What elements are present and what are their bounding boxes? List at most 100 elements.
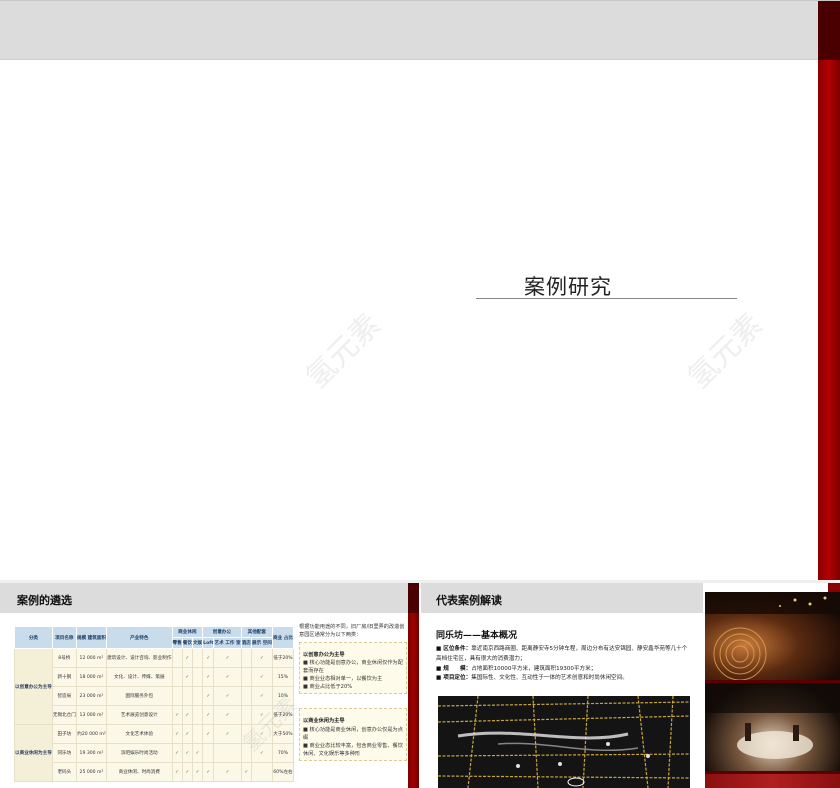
col-loft: Loft [202, 637, 215, 649]
table-row: 同乐坊 19 300 m² 滨吧娱乐时尚活动 ✓ ✓ ✓ ✓ 70% [15, 743, 295, 763]
col-ratio: 商业 占比 [271, 626, 295, 649]
watermark: 氢元素 [299, 307, 388, 396]
cell-feature: 文化、设计、传媒、策展 [106, 667, 173, 687]
cell-art: ✓ [213, 686, 242, 706]
table-row: 以商业休闲为主导 田子坊 约20 000 m² 文化艺术体验 ✓ ✓ ✓ ✓ ✓ 大于50% [14, 724, 295, 782]
cell-food: ✓ [181, 724, 193, 744]
group-other: 其他配套 [240, 626, 273, 638]
cell-food [181, 686, 193, 706]
col-feature: 产业特色 [106, 626, 173, 649]
slide-side-bar [408, 583, 419, 788]
title-slide: 案例研究 氢元素 氢元素 [0, 0, 840, 581]
overview-label: ■ 区位条件： [436, 646, 472, 652]
cell-area: 19 300 m² [75, 743, 108, 763]
cell-feature: 艺术展览创意设计 [106, 705, 173, 725]
col-category: 分类 [14, 626, 53, 649]
slide-heading: 案例的遴选 [17, 594, 72, 607]
note-item: ■ 商业业态比较丰富，包含商业零售、餐饮休闲、文化娱乐等多种形 [303, 742, 403, 757]
slide-title: 案例研究 [524, 275, 612, 299]
cell-ent [191, 705, 204, 725]
watermark: 氢元素 [681, 307, 770, 396]
cell-feature: 文化艺术体验 [106, 724, 173, 744]
cell-retail [171, 648, 183, 668]
slide-header-band [0, 1, 818, 60]
case-study-slide: 代表案例解读 同乐坊——基本概况 ■ 区位条件：靠近南京西路商圈、距离静安寺5分… [421, 583, 840, 788]
overview-line: ■ 区位条件：靠近南京西路商圈、距离静安寺5分钟车程，周边分布有达安锦园、静安鑫… [436, 645, 692, 665]
col-art: 艺术 工作 室 [213, 637, 242, 649]
cell-hotel [240, 743, 252, 763]
cell-loft: ✓ [202, 762, 215, 782]
cell-retail: ✓ [171, 724, 183, 744]
case-overview: ■ 区位条件：靠近南京西路商圈、距离静安寺5分钟车程，周边分布有达安锦园、静安鑫… [436, 645, 692, 684]
cell-name: 智造局 [51, 686, 77, 706]
note-box-commerce: 以商业休闲为主导 ■ 核心功能是商业休闲，创意办公仅是为点缀 ■ 商业业态比较丰… [299, 708, 407, 761]
note-item: ■ 商业占比低于20% [303, 684, 353, 691]
cell-art: ✓ [213, 648, 242, 668]
slide-side-bar [818, 60, 840, 581]
row-category: 以创意办公为主导 [14, 648, 53, 725]
col-food: 餐饮 [181, 637, 193, 649]
case-subtitle: 同乐坊——基本概况 [436, 631, 518, 641]
overview-text: 靠近南京西路商圈、距离静安寺5分钟车程，周边分布有达安锦园、静安鑫华苑等几十个高… [436, 646, 688, 662]
cell-ent: ✓ [191, 762, 204, 782]
cell-retail: ✓ [171, 762, 183, 782]
cell-feature: 商业休闲、时尚消费 [106, 762, 173, 782]
cell-show: ✓ [250, 743, 273, 763]
cell-show: ✓ [250, 648, 273, 668]
cell-loft: ✓ [202, 724, 215, 744]
cell-loft: ✓ [202, 705, 215, 725]
cell-food: ✓ [181, 705, 193, 725]
cell-retail [171, 667, 183, 687]
cell-retail [171, 686, 183, 706]
note-item: ■ 商业业态相对单一，以餐饮为主 [303, 676, 383, 683]
note-box-office: 以创意办公为主导 ■ 核心功能是创意办公，商业休闲仅作为配套而存在 ■ 商业业态… [299, 642, 407, 695]
row-category: 以商业休闲为主导 [14, 724, 53, 782]
table-row: 老码头 25 000 m² 商业休闲、时尚消费 ✓ ✓ ✓ ✓ ✓ ✓ 60%左右 [15, 762, 295, 782]
cell-ratio: 低于20% [271, 705, 295, 725]
cell-area: 23 000 m² [75, 686, 108, 706]
cell-ratio: 60%左右 [271, 762, 295, 782]
cell-ratio: 10% [271, 686, 295, 706]
cell-ratio: 70% [271, 743, 295, 763]
table-row: 以创意办公为主导 8号桥 12 000 m² 建筑设计、设计咨询、影业制作 ✓ ✓ ✓ ✓ 低于… [14, 648, 295, 725]
table-row: 无锡北仓门 13 000 m² 艺术展览创意设计 ✓ ✓ ✓ ✓ ✓ 低于20% [15, 705, 295, 725]
cell-show: ✓ [250, 686, 273, 706]
photo-stage [705, 592, 840, 680]
table-row: 智造局 23 000 m² 国际服务外包 ✓ ✓ ✓ 10% [15, 686, 295, 706]
cell-ent [191, 667, 204, 687]
cell-art: ✓ [213, 724, 242, 744]
cell-name: 老码头 [51, 762, 77, 782]
overview-line: ■ 项目定位：集国际性、文化性、互动性于一体的艺术创意和时尚休闲空间。 [436, 674, 692, 684]
slide-corner-block [818, 1, 840, 60]
cell-show: ✓ [250, 667, 273, 687]
cell-retail: ✓ [171, 705, 183, 725]
slide-corner-block [408, 583, 419, 613]
cell-food: ✓ [181, 743, 193, 763]
cell-art: ✓ [213, 705, 242, 725]
note-heading: 以创意办公为主导 [303, 652, 345, 659]
cell-ent: ✓ [191, 743, 204, 763]
photo-interior [705, 683, 840, 771]
cell-food: ✓ [181, 648, 193, 668]
overview-label: ■ 规 模： [436, 665, 472, 672]
cell-ent [191, 648, 204, 668]
cell-loft: ✓ [202, 686, 215, 706]
cell-loft: ✓ [202, 667, 215, 687]
project-photos [705, 592, 840, 788]
group-office: 创意办公 [202, 626, 242, 638]
cell-area: 18 000 m² [75, 667, 108, 687]
cell-name: 无锡北仓门 [51, 705, 77, 725]
cell-loft: ✓ [202, 648, 215, 668]
cell-ratio: 15% [271, 667, 295, 687]
cell-art: ✓ [213, 667, 242, 687]
cell-show: ✓ [250, 724, 273, 744]
cell-ent [191, 686, 204, 706]
overview-line: ■ 规 模：占地面积10000平方米，建筑面积19300平方米； [436, 665, 692, 675]
cell-name: 新十钢 [51, 667, 77, 687]
group-commerce: 商业休闲 [171, 626, 204, 638]
note-intro: 根据功能用途的不同，旧厂房/旧里弄的改造创意园区通常分为以下两类： [299, 624, 405, 639]
cell-ratio: 大于50% [271, 724, 295, 744]
slide-side-bar [828, 583, 840, 592]
location-map [438, 696, 690, 788]
cell-retail: ✓ [171, 743, 183, 763]
